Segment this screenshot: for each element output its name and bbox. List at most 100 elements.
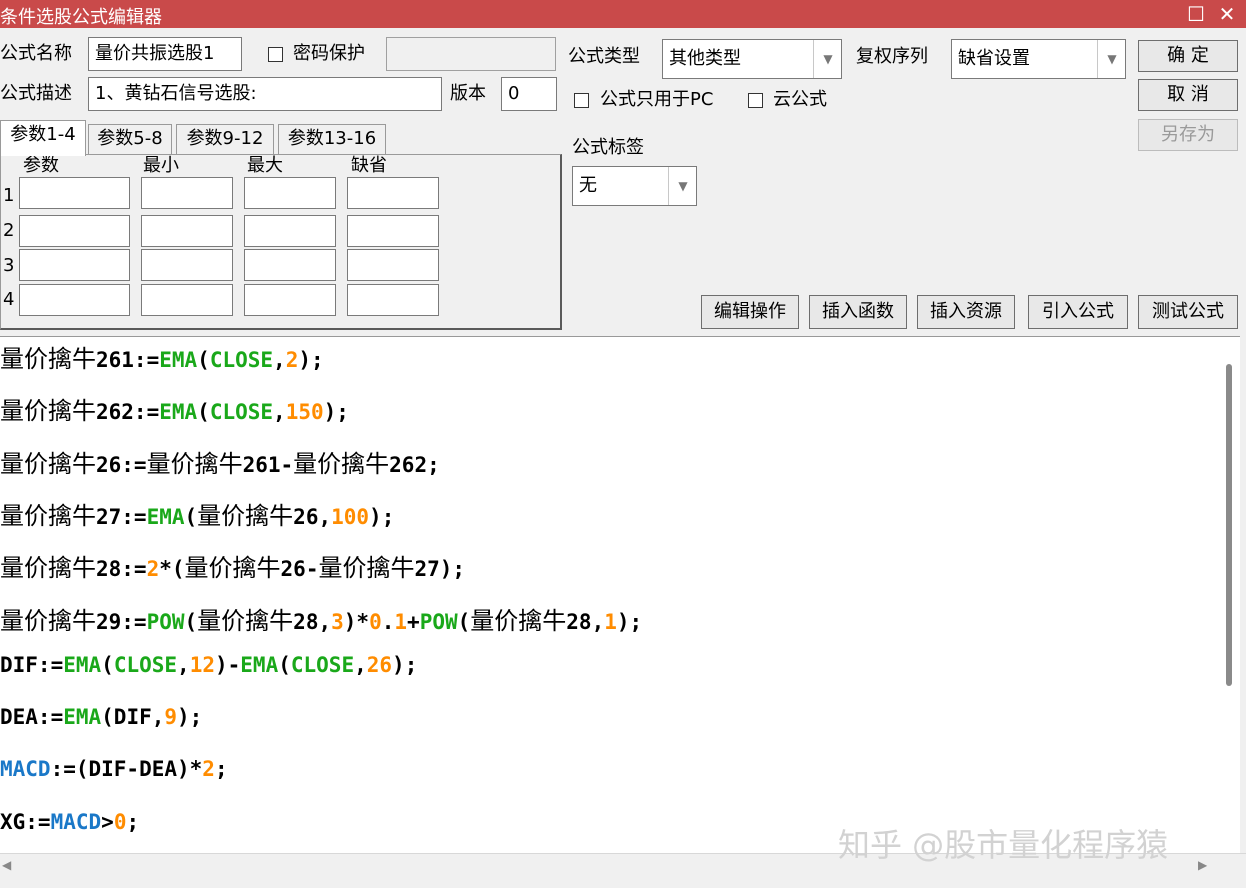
- param-header-min: 最小: [143, 155, 179, 176]
- code-token: )*: [343, 609, 370, 634]
- code-token: );: [616, 609, 643, 634]
- code-token: );: [177, 705, 203, 730]
- param-row-number: 3: [3, 255, 15, 276]
- param-2-name-input[interactable]: [19, 215, 130, 247]
- code-token: EMA: [240, 652, 279, 677]
- rights-series-select[interactable]: 缺省设置 ▼: [951, 39, 1126, 79]
- tab-params-5-8[interactable]: 参数5-8: [88, 124, 172, 154]
- code-token: EMA: [63, 705, 102, 730]
- param-1-max-input[interactable]: [244, 177, 336, 209]
- tab-params-13-16[interactable]: 参数13-16: [278, 124, 386, 154]
- code-token: 262:=: [96, 400, 160, 425]
- code-token: .: [381, 609, 395, 634]
- code-token: );: [323, 400, 349, 425]
- insert-resource-button[interactable]: 插入资源: [917, 295, 1015, 329]
- code-token: 2: [285, 348, 299, 372]
- tab-params-1-4[interactable]: 参数1-4: [0, 120, 86, 156]
- param-4-default-input[interactable]: [347, 284, 439, 316]
- param-1-min-input[interactable]: [141, 177, 233, 209]
- version-label: 版本: [450, 83, 486, 104]
- param-header-default: 缺省: [351, 155, 387, 176]
- formula-tag-value: 无: [579, 175, 597, 196]
- code-token: 量价擒牛: [146, 449, 243, 478]
- code-token: :=(DIF-DEA)*: [50, 757, 203, 782]
- code-token: DIF:=: [0, 652, 64, 677]
- watermark: 知乎 @股市量化程序猿: [838, 826, 1169, 864]
- scroll-right-icon[interactable]: ▶: [1198, 858, 1207, 872]
- code-token: XG:=: [0, 809, 51, 834]
- code-token: 28:=: [96, 557, 147, 582]
- code-line: XG:=MACD>0;: [0, 810, 139, 834]
- code-token: ;: [126, 809, 140, 834]
- edit-operations-button[interactable]: 编辑操作: [701, 295, 799, 329]
- maximize-icon[interactable]: ☐: [1184, 2, 1208, 26]
- code-token: 量价擒牛: [0, 554, 96, 583]
- formula-name-field[interactable]: 量价共振选股1: [88, 37, 242, 71]
- param-2-max-input[interactable]: [244, 215, 336, 247]
- test-formula-button[interactable]: 测试公式: [1138, 295, 1238, 329]
- code-token: ,: [273, 400, 286, 425]
- param-2-default-input[interactable]: [347, 215, 439, 247]
- code-token: (: [184, 504, 198, 529]
- close-icon[interactable]: ✕: [1215, 2, 1239, 26]
- code-token: 量价擒牛: [0, 449, 96, 478]
- pc-only-checkbox[interactable]: [574, 93, 589, 108]
- code-token: 26:=: [96, 452, 147, 477]
- chevron-down-icon[interactable]: ▼: [813, 40, 842, 78]
- code-editor[interactable]: 量价擒牛261:=EMA(CLOSE,2); 量价擒牛262:=EMA(CLOSE…: [0, 336, 1240, 854]
- code-token: 量价擒牛: [0, 501, 96, 530]
- code-token: 0: [113, 809, 127, 834]
- code-token: 28,: [566, 609, 605, 634]
- code-token: *(: [159, 557, 185, 582]
- code-line: 量价擒牛262:=EMA(CLOSE,150);: [0, 391, 349, 426]
- cancel-button[interactable]: 取 消: [1138, 79, 1238, 111]
- code-token: 量价擒牛: [184, 554, 281, 583]
- import-formula-button[interactable]: 引入公式: [1028, 295, 1128, 329]
- param-1-name-input[interactable]: [19, 177, 130, 209]
- insert-function-button[interactable]: 插入函数: [809, 295, 907, 329]
- param-3-max-input[interactable]: [244, 249, 336, 281]
- code-token: (: [197, 400, 210, 425]
- save-as-button[interactable]: 另存为: [1138, 119, 1238, 151]
- param-4-min-input[interactable]: [141, 284, 233, 316]
- param-2-min-input[interactable]: [141, 215, 233, 247]
- password-protect-checkbox[interactable]: [268, 47, 283, 62]
- scroll-left-icon[interactable]: ◀: [2, 858, 11, 872]
- formula-tag-select[interactable]: 无 ▼: [572, 166, 697, 206]
- code-token: 1: [604, 609, 617, 634]
- code-line: 量价擒牛28:=2*(量价擒牛26-量价擒牛27);: [0, 548, 465, 583]
- param-3-default-input[interactable]: [347, 249, 439, 281]
- formula-type-select[interactable]: 其他类型 ▼: [662, 39, 842, 79]
- chevron-down-icon[interactable]: ▼: [668, 167, 697, 205]
- code-line: DEA:=EMA(DIF,9);: [0, 705, 202, 729]
- formula-desc-field[interactable]: 1、黄钻石信号选股:: [88, 77, 442, 111]
- code-token: POW: [419, 609, 458, 634]
- code-token: 27:=: [96, 504, 147, 529]
- code-token: 27);: [414, 557, 466, 582]
- code-token: 26: [366, 652, 393, 677]
- param-3-name-input[interactable]: [19, 249, 130, 281]
- window-title: 条件选股公式编辑器: [0, 7, 162, 28]
- code-token: 0: [369, 609, 382, 634]
- vertical-scrollbar-thumb[interactable]: [1226, 364, 1232, 686]
- tab-params-9-12[interactable]: 参数9-12: [176, 124, 274, 154]
- code-token: 量价擒牛: [318, 554, 415, 583]
- cloud-formula-label: 云公式: [773, 89, 827, 110]
- ok-button[interactable]: 确 定: [1138, 40, 1238, 72]
- code-token: POW: [146, 609, 185, 634]
- code-line: MACD:=(DIF-DEA)*2;: [0, 757, 228, 781]
- code-token: 100: [331, 504, 370, 529]
- code-token: >: [101, 809, 114, 834]
- chevron-down-icon[interactable]: ▼: [1097, 40, 1126, 78]
- rights-series-value: 缺省设置: [958, 48, 1030, 69]
- code-token: 1: [394, 609, 408, 634]
- version-field[interactable]: 0: [501, 77, 557, 111]
- code-token: 26-: [280, 557, 319, 582]
- param-4-max-input[interactable]: [244, 284, 336, 316]
- param-1-default-input[interactable]: [347, 177, 439, 209]
- cloud-formula-checkbox[interactable]: [748, 93, 763, 108]
- code-token: 262;: [389, 452, 440, 477]
- param-4-name-input[interactable]: [19, 284, 130, 316]
- password-field[interactable]: [386, 37, 556, 71]
- param-3-min-input[interactable]: [141, 249, 233, 281]
